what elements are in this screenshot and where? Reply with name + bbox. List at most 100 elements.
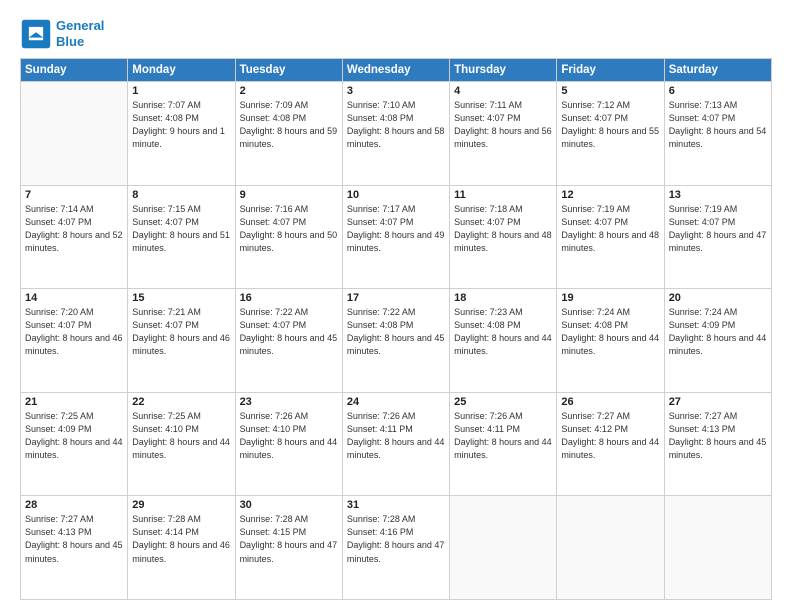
- weekday-header-friday: Friday: [557, 59, 664, 82]
- day-number: 1: [132, 85, 230, 97]
- calendar-cell: 4 Sunrise: 7:11 AMSunset: 4:07 PMDaylight…: [450, 82, 557, 186]
- calendar-cell: 7 Sunrise: 7:14 AMSunset: 4:07 PMDaylight…: [21, 185, 128, 289]
- calendar-cell: 12 Sunrise: 7:19 AMSunset: 4:07 PMDayligh…: [557, 185, 664, 289]
- day-info: Sunrise: 7:27 AMSunset: 4:12 PMDaylight:…: [561, 410, 659, 462]
- day-number: 19: [561, 292, 659, 304]
- day-info: Sunrise: 7:13 AMSunset: 4:07 PMDaylight:…: [669, 99, 767, 151]
- day-info: Sunrise: 7:22 AMSunset: 4:07 PMDaylight:…: [240, 306, 338, 358]
- calendar-week-2: 7 Sunrise: 7:14 AMSunset: 4:07 PMDaylight…: [21, 185, 772, 289]
- day-number: 17: [347, 292, 445, 304]
- calendar-cell: 8Sunrise: 7:15 AMSunset: 4:07 PMDaylight…: [128, 185, 235, 289]
- day-info: Sunrise: 7:20 AMSunset: 4:07 PMDaylight:…: [25, 306, 123, 358]
- calendar-cell: 5 Sunrise: 7:12 AMSunset: 4:07 PMDaylight…: [557, 82, 664, 186]
- day-info: Sunrise: 7:28 AMSunset: 4:15 PMDaylight:…: [240, 513, 338, 565]
- calendar-cell: 10Sunrise: 7:17 AMSunset: 4:07 PMDayligh…: [342, 185, 449, 289]
- day-info: Sunrise: 7:26 AMSunset: 4:11 PMDaylight:…: [454, 410, 552, 462]
- day-number: 29: [132, 499, 230, 511]
- calendar-cell: 22Sunrise: 7:25 AMSunset: 4:10 PMDayligh…: [128, 392, 235, 496]
- day-info: Sunrise: 7:28 AMSunset: 4:16 PMDaylight:…: [347, 513, 445, 565]
- calendar-cell: 11 Sunrise: 7:18 AMSunset: 4:07 PMDayligh…: [450, 185, 557, 289]
- day-number: 25: [454, 396, 552, 408]
- calendar-week-5: 28 Sunrise: 7:27 AMSunset: 4:13 PMDayligh…: [21, 496, 772, 600]
- calendar-cell: 19 Sunrise: 7:24 AMSunset: 4:08 PMDayligh…: [557, 289, 664, 393]
- calendar-table: SundayMondayTuesdayWednesdayThursdayFrid…: [20, 58, 772, 600]
- calendar-cell: 17 Sunrise: 7:22 AMSunset: 4:08 PMDayligh…: [342, 289, 449, 393]
- calendar-cell: [450, 496, 557, 600]
- calendar-week-1: 1 Sunrise: 7:07 AMSunset: 4:08 PMDaylight…: [21, 82, 772, 186]
- day-info: Sunrise: 7:27 AMSunset: 4:13 PMDaylight:…: [669, 410, 767, 462]
- day-number: 14: [25, 292, 123, 304]
- day-info: Sunrise: 7:15 AMSunset: 4:07 PMDaylight:…: [132, 203, 230, 255]
- day-number: 18: [454, 292, 552, 304]
- day-info: Sunrise: 7:18 AMSunset: 4:07 PMDaylight:…: [454, 203, 552, 255]
- day-info: Sunrise: 7:26 AMSunset: 4:11 PMDaylight:…: [347, 410, 445, 462]
- day-info: Sunrise: 7:19 AMSunset: 4:07 PMDaylight:…: [669, 203, 767, 255]
- day-number: 31: [347, 499, 445, 511]
- day-number: 5: [561, 85, 659, 97]
- calendar-cell: 23 Sunrise: 7:26 AMSunset: 4:10 PMDayligh…: [235, 392, 342, 496]
- weekday-header-wednesday: Wednesday: [342, 59, 449, 82]
- calendar-cell: 14 Sunrise: 7:20 AMSunset: 4:07 PMDayligh…: [21, 289, 128, 393]
- day-info: Sunrise: 7:21 AMSunset: 4:07 PMDaylight:…: [132, 306, 230, 358]
- calendar-cell: [664, 496, 771, 600]
- day-info: Sunrise: 7:22 AMSunset: 4:08 PMDaylight:…: [347, 306, 445, 358]
- day-number: 23: [240, 396, 338, 408]
- day-info: Sunrise: 7:11 AMSunset: 4:07 PMDaylight:…: [454, 99, 552, 151]
- day-info: Sunrise: 7:10 AMSunset: 4:08 PMDaylight:…: [347, 99, 445, 151]
- day-info: Sunrise: 7:09 AMSunset: 4:08 PMDaylight:…: [240, 99, 338, 151]
- calendar-cell: 3 Sunrise: 7:10 AMSunset: 4:08 PMDaylight…: [342, 82, 449, 186]
- day-number: 11: [454, 189, 552, 201]
- day-info: Sunrise: 7:07 AMSunset: 4:08 PMDaylight:…: [132, 99, 230, 151]
- calendar-cell: 29 Sunrise: 7:28 AMSunset: 4:14 PMDayligh…: [128, 496, 235, 600]
- day-number: 21: [25, 396, 123, 408]
- calendar-cell: 13 Sunrise: 7:19 AMSunset: 4:07 PMDayligh…: [664, 185, 771, 289]
- day-number: 27: [669, 396, 767, 408]
- calendar-week-4: 21 Sunrise: 7:25 AMSunset: 4:09 PMDayligh…: [21, 392, 772, 496]
- logo-line2: Blue: [56, 34, 84, 49]
- weekday-header-sunday: Sunday: [21, 59, 128, 82]
- day-info: Sunrise: 7:14 AMSunset: 4:07 PMDaylight:…: [25, 203, 123, 255]
- weekday-header-monday: Monday: [128, 59, 235, 82]
- day-number: 20: [669, 292, 767, 304]
- calendar-cell: 21 Sunrise: 7:25 AMSunset: 4:09 PMDayligh…: [21, 392, 128, 496]
- calendar-cell: 28 Sunrise: 7:27 AMSunset: 4:13 PMDayligh…: [21, 496, 128, 600]
- day-info: Sunrise: 7:19 AMSunset: 4:07 PMDaylight:…: [561, 203, 659, 255]
- calendar-cell: 6Sunrise: 7:13 AMSunset: 4:07 PMDaylight…: [664, 82, 771, 186]
- day-info: Sunrise: 7:24 AMSunset: 4:08 PMDaylight:…: [561, 306, 659, 358]
- calendar-cell: 1 Sunrise: 7:07 AMSunset: 4:08 PMDaylight…: [128, 82, 235, 186]
- day-info: Sunrise: 7:23 AMSunset: 4:08 PMDaylight:…: [454, 306, 552, 358]
- day-number: 12: [561, 189, 659, 201]
- day-number: 24: [347, 396, 445, 408]
- calendar-cell: 15Sunrise: 7:21 AMSunset: 4:07 PMDayligh…: [128, 289, 235, 393]
- day-info: Sunrise: 7:25 AMSunset: 4:09 PMDaylight:…: [25, 410, 123, 462]
- day-number: 4: [454, 85, 552, 97]
- calendar-cell: 9 Sunrise: 7:16 AMSunset: 4:07 PMDaylight…: [235, 185, 342, 289]
- calendar-cell: 25 Sunrise: 7:26 AMSunset: 4:11 PMDayligh…: [450, 392, 557, 496]
- calendar-cell: 30Sunrise: 7:28 AMSunset: 4:15 PMDayligh…: [235, 496, 342, 600]
- day-number: 2: [240, 85, 338, 97]
- day-info: Sunrise: 7:12 AMSunset: 4:07 PMDaylight:…: [561, 99, 659, 151]
- day-number: 7: [25, 189, 123, 201]
- day-info: Sunrise: 7:16 AMSunset: 4:07 PMDaylight:…: [240, 203, 338, 255]
- weekday-header-tuesday: Tuesday: [235, 59, 342, 82]
- day-number: 3: [347, 85, 445, 97]
- logo-text: General Blue: [56, 18, 104, 49]
- day-info: Sunrise: 7:27 AMSunset: 4:13 PMDaylight:…: [25, 513, 123, 565]
- day-info: Sunrise: 7:28 AMSunset: 4:14 PMDaylight:…: [132, 513, 230, 565]
- day-number: 26: [561, 396, 659, 408]
- weekday-header-row: SundayMondayTuesdayWednesdayThursdayFrid…: [21, 59, 772, 82]
- day-number: 9: [240, 189, 338, 201]
- calendar-cell: 16Sunrise: 7:22 AMSunset: 4:07 PMDayligh…: [235, 289, 342, 393]
- calendar-cell: 27 Sunrise: 7:27 AMSunset: 4:13 PMDayligh…: [664, 392, 771, 496]
- logo-line1: General: [56, 18, 104, 33]
- calendar-week-3: 14 Sunrise: 7:20 AMSunset: 4:07 PMDayligh…: [21, 289, 772, 393]
- calendar-cell: [557, 496, 664, 600]
- day-number: 28: [25, 499, 123, 511]
- day-number: 13: [669, 189, 767, 201]
- day-info: Sunrise: 7:26 AMSunset: 4:10 PMDaylight:…: [240, 410, 338, 462]
- calendar-cell: 18 Sunrise: 7:23 AMSunset: 4:08 PMDayligh…: [450, 289, 557, 393]
- logo-icon: [20, 18, 52, 50]
- weekday-header-thursday: Thursday: [450, 59, 557, 82]
- page: General Blue SundayMondayTuesdayWednesda…: [0, 0, 792, 612]
- calendar-cell: 31 Sunrise: 7:28 AMSunset: 4:16 PMDayligh…: [342, 496, 449, 600]
